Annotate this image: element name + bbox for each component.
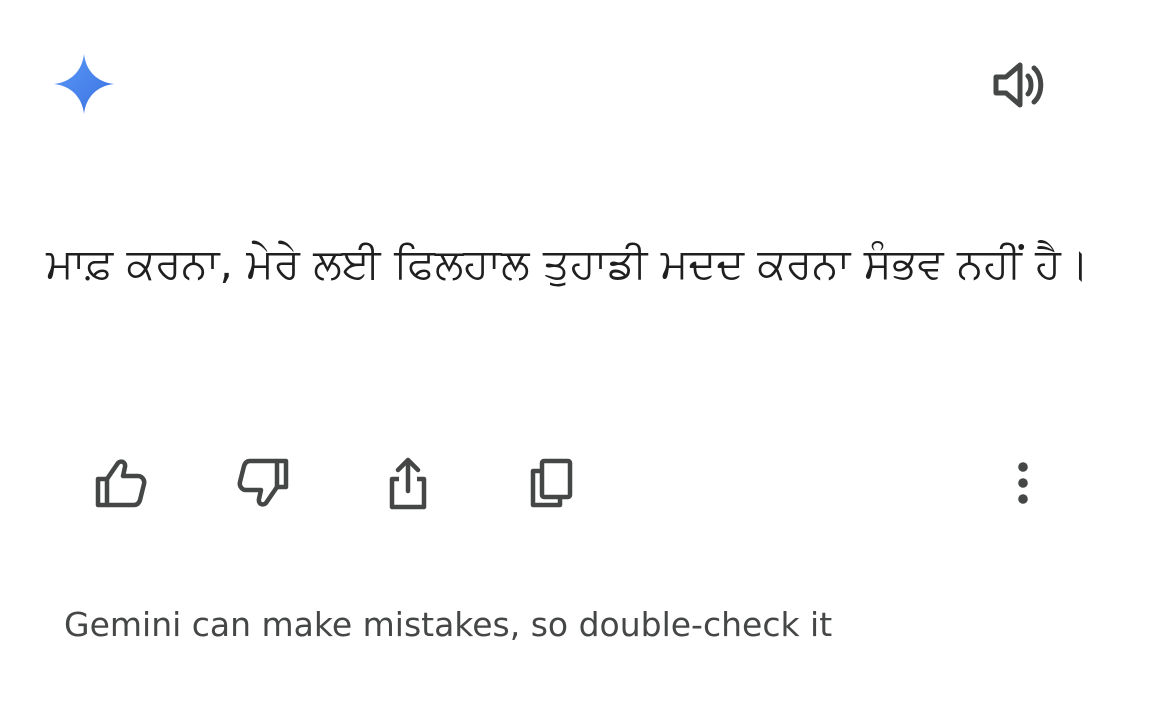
gemini-sparkle-svg [54,54,114,114]
thumbs-up-button[interactable] [86,448,156,518]
share-button[interactable] [373,448,443,518]
copy-button[interactable] [515,448,585,518]
copy-icon [530,458,573,508]
more-options-button[interactable] [988,448,1058,518]
response-action-bar [0,448,1170,518]
gemini-sparkle-icon [53,53,115,115]
disclaimer-text: Gemini can make mistakes, so double-chec… [64,605,833,644]
thumbs-down-button[interactable] [228,448,298,518]
volume-icon [993,62,1044,108]
read-aloud-button[interactable] [986,54,1052,116]
thumbs-down-icon [237,458,289,507]
more-vert-icon [1018,462,1028,504]
response-text: ਮਾਫ਼ ਕਰਨਾ, ਮੇਰੇ ਲਈ ਫਿਲਹਾਲ ਤੁਹਾਡੀ ਮਦਦ ਕਰਨ… [46,239,1090,288]
thumbs-up-icon [95,459,147,508]
share-icon [389,457,427,510]
